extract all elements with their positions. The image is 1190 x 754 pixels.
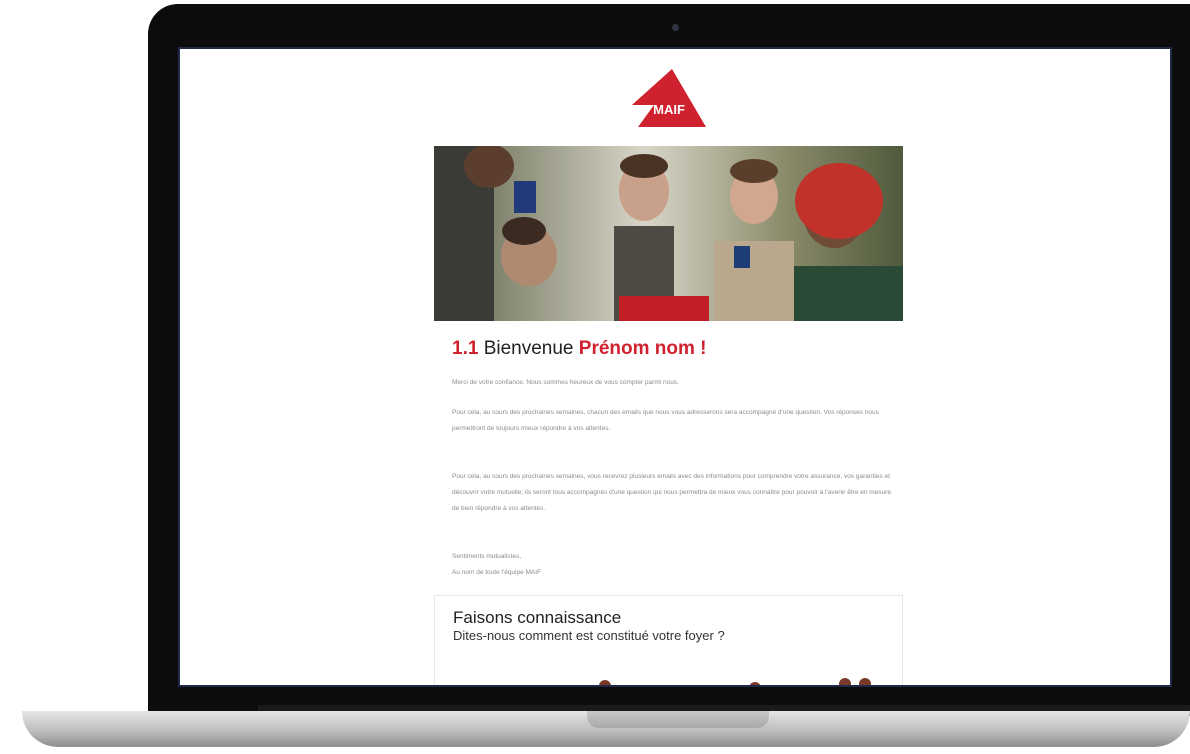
webcam-icon <box>672 24 679 31</box>
maif-logo[interactable]: MAIF <box>632 69 706 127</box>
paragraph-questions: Pour cela, au cours des prochaines semai… <box>452 409 879 432</box>
paragraph-intro: Merci de votre confiance. Nous sommes he… <box>452 379 679 386</box>
paragraph-signature: Sentiments mutualistes, Au nom de toute … <box>452 553 542 576</box>
person-icon <box>839 678 851 685</box>
email-heading: 1.1 Bienvenue Prénom nom ! <box>452 338 707 360</box>
heading-word: Bienvenue <box>483 338 574 359</box>
laptop-notch <box>587 711 769 728</box>
heading-name: Prénom nom ! <box>578 338 707 359</box>
person-icon <box>479 686 491 687</box>
paragraph-emails: Pour cela, au cours des prochaines semai… <box>452 473 891 512</box>
person-icon <box>859 678 871 685</box>
heading-number: 1.1 <box>452 338 479 359</box>
card-subtitle: Dites-nous comment est constitué votre f… <box>453 628 725 643</box>
question-card: Faisons connaissance Dites-nous comment … <box>434 595 903 687</box>
email-screen: MAIF 1.1 Bienvenue Prénom nom ! Merci de… <box>178 47 1172 687</box>
logo-text: MAIF <box>653 102 685 117</box>
person-icon <box>749 682 761 685</box>
person-icon <box>599 680 611 685</box>
household-icons[interactable] <box>465 676 885 687</box>
hero-image <box>434 146 903 321</box>
card-title: Faisons connaissance <box>453 608 622 627</box>
